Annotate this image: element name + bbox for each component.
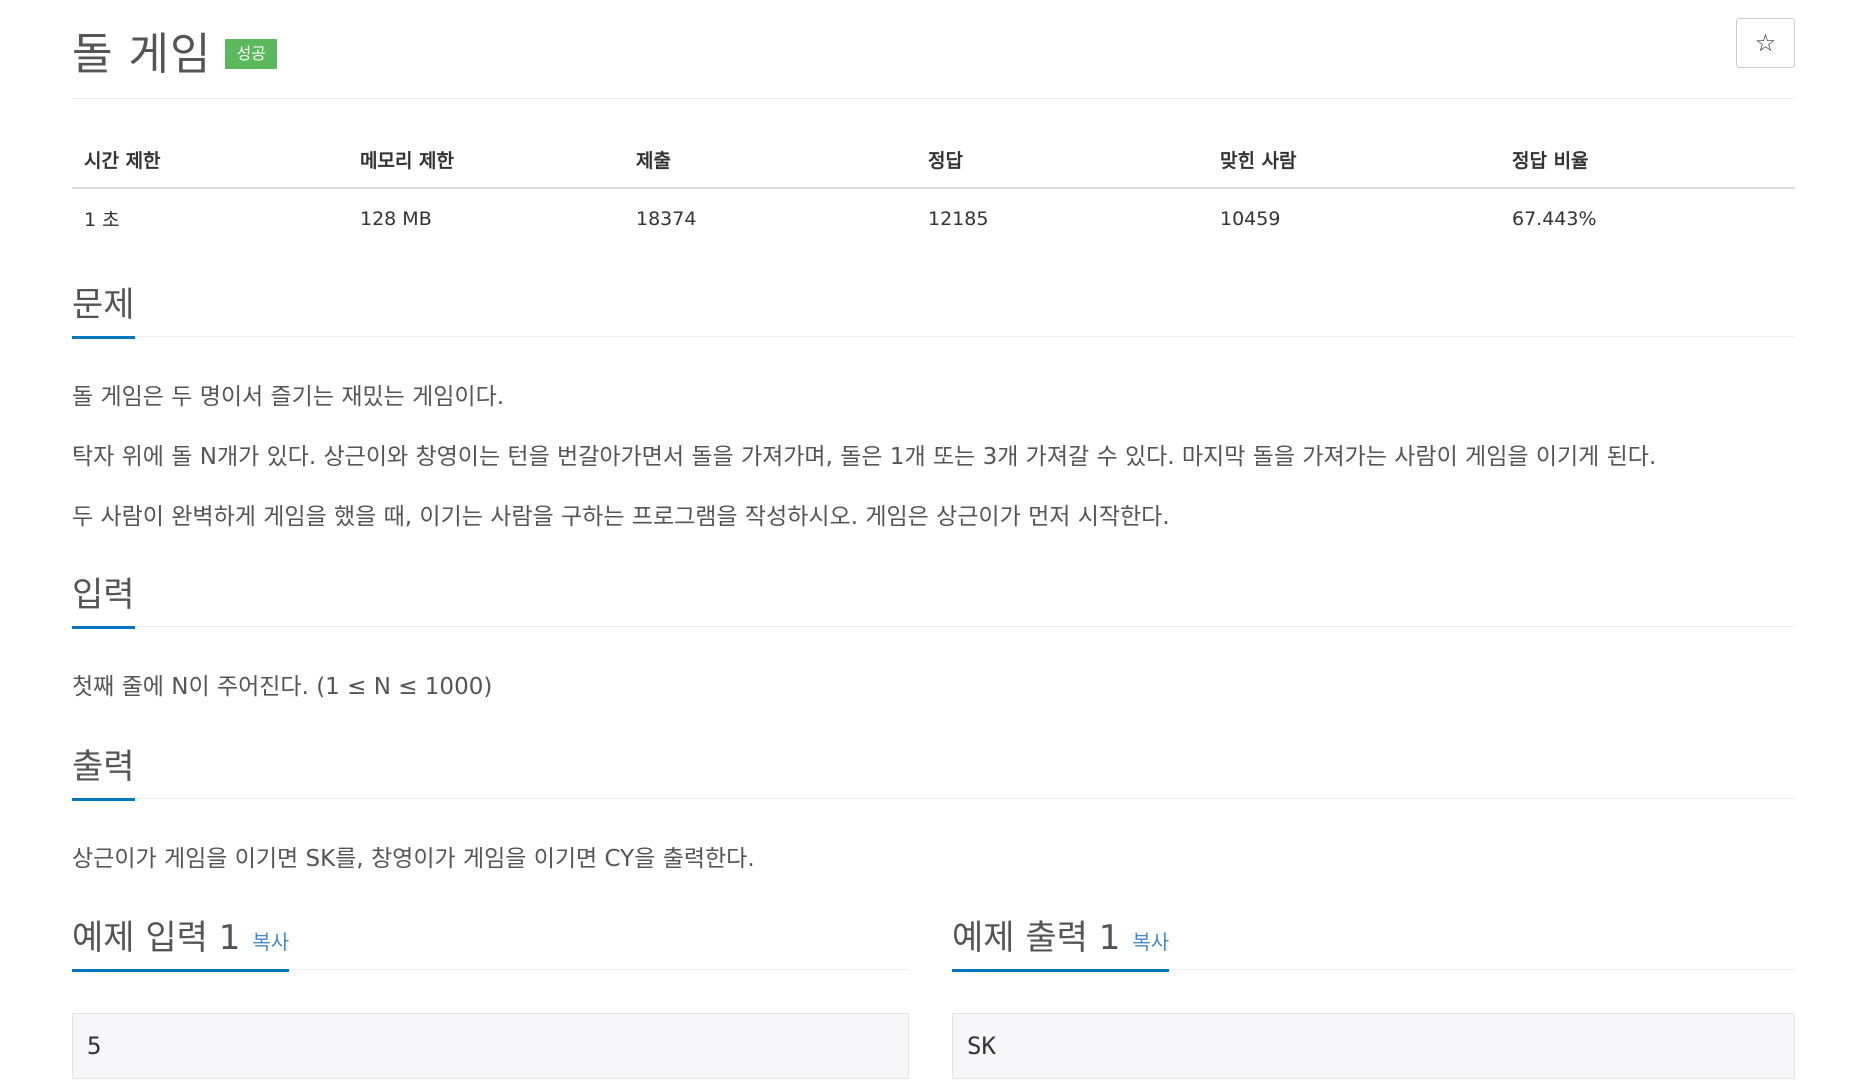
problem-paragraph-1: 돌 게임은 두 명이서 즐기는 재밌는 게임이다. <box>72 384 505 410</box>
page-title: 돌 게임 <box>72 29 212 80</box>
value-accept-ratio: 67.443% <box>1512 207 1597 230</box>
input-heading: 입력 <box>72 575 135 629</box>
copy-sample-input-link[interactable]: 복사 <box>252 930 289 954</box>
output-heading: 출력 <box>72 747 135 801</box>
sample-output-heading: 예제 출력 1 복사 <box>952 918 1170 972</box>
sample-output-section-heading: 예제 출력 1 복사 <box>952 918 1795 972</box>
header-memory-limit: 메모리 제한 <box>348 136 624 189</box>
problem-info-table: 시간 제한 메모리 제한 제출 정답 맞힌 사람 정답 비율 1 초 128 M… <box>72 136 1795 242</box>
star-icon: ☆ <box>1754 29 1777 57</box>
value-time-limit: 1 초 <box>84 209 120 231</box>
output-section-heading: 출력 <box>72 747 1795 801</box>
problem-heading: 문제 <box>72 285 135 339</box>
table-header-row: 시간 제한 메모리 제한 제출 정답 맞힌 사람 정답 비율 <box>72 136 1795 189</box>
problem-paragraph-3: 두 사람이 완벽하게 게임을 했을 때, 이기는 사람을 구하는 프로그램을 작… <box>72 504 1170 530</box>
copy-sample-output-link[interactable]: 복사 <box>1132 930 1169 954</box>
favorite-button[interactable]: ☆ <box>1736 18 1795 68</box>
table-row: 1 초 128 MB 18374 12185 10459 67.443% <box>72 188 1795 242</box>
header-solved-users: 맞힌 사람 <box>1208 136 1500 189</box>
status-badge: 성공 <box>225 39 277 69</box>
header-submissions: 제출 <box>624 136 916 189</box>
header-time-limit: 시간 제한 <box>72 136 348 189</box>
problem-section-heading: 문제 <box>72 285 1795 339</box>
sample-input-section-heading: 예제 입력 1 복사 <box>72 918 909 972</box>
sample-output-box[interactable]: SK <box>952 1013 1795 1079</box>
input-description: 첫째 줄에 N이 주어진다. (1 ≤ N ≤ 1000) <box>72 674 493 700</box>
header-accept-ratio: 정답 비율 <box>1500 136 1795 189</box>
header-accepted: 정답 <box>916 136 1208 189</box>
value-submissions: 18374 <box>636 207 697 230</box>
header-divider <box>72 98 1795 99</box>
problem-paragraph-2: 탁자 위에 돌 N개가 있다. 상근이와 창영이는 턴을 번갈아가면서 돌을 가… <box>72 444 1657 470</box>
input-section-heading: 입력 <box>72 575 1795 629</box>
sample-input-box[interactable]: 5 <box>72 1013 909 1079</box>
sample-input-title: 예제 입력 1 <box>72 918 241 958</box>
problem-page: 돌 게임 성공 ☆ 시간 제한 메모리 제한 제출 정답 맞힌 사람 정답 비율… <box>0 0 1851 1092</box>
sample-output-title: 예제 출력 1 <box>952 918 1121 958</box>
title-row: 돌 게임 성공 <box>72 18 277 82</box>
value-solved-users: 10459 <box>1220 207 1281 230</box>
output-description: 상근이가 게임을 이기면 SK를, 창영이가 게임을 이기면 CY을 출력한다. <box>72 846 755 872</box>
sample-input-heading: 예제 입력 1 복사 <box>72 918 290 972</box>
value-accepted: 12185 <box>928 207 989 230</box>
value-memory-limit: 128 MB <box>360 207 432 230</box>
